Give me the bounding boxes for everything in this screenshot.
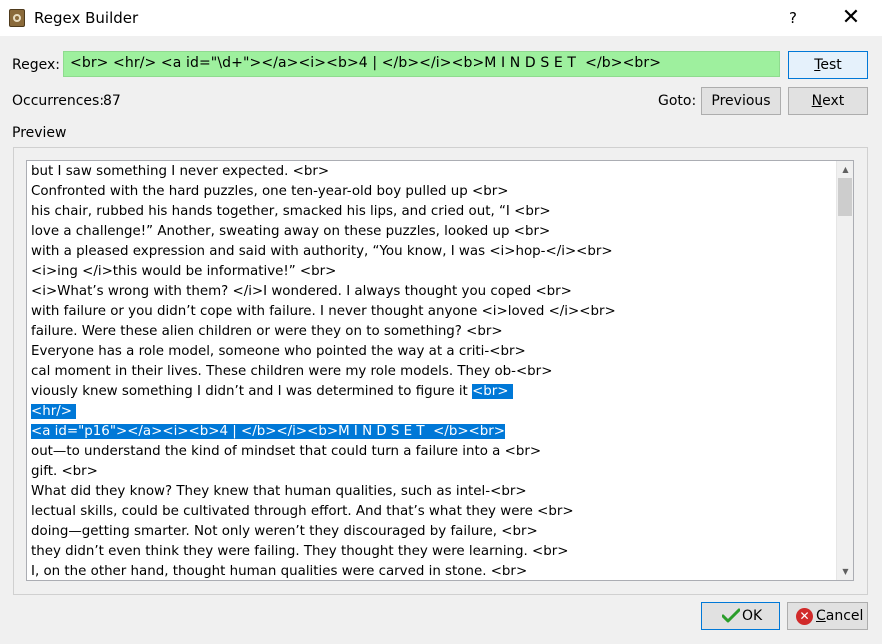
next-button[interactable]: Next xyxy=(788,87,868,115)
line-text: <i>What’s wrong with them? </i>I wondere… xyxy=(31,284,572,299)
line-text: Confronted with the hard puzzles, one te… xyxy=(31,184,509,199)
ok-label: OK xyxy=(742,608,763,624)
match-highlight: <a id="p16"></a><i><b>4 | </b></i><b>M I… xyxy=(31,424,505,439)
help-button[interactable]: ? xyxy=(778,6,808,30)
ok-button[interactable]: OK xyxy=(701,602,780,630)
preview-line: <hr/> xyxy=(31,402,831,422)
preview-line: failure. Were these alien children or we… xyxy=(31,322,831,342)
regex-label: Regex: xyxy=(12,57,60,73)
line-text: with failure or you didn’t cope with fai… xyxy=(31,304,616,319)
preview-line: doing—getting smarter. Not only weren’t … xyxy=(31,522,831,542)
vertical-scrollbar[interactable]: ▲ ▼ xyxy=(836,161,853,580)
preview-line: his chair, rubbed his hands together, sm… xyxy=(31,202,831,222)
regex-input[interactable]: <br> <hr/> <a id="\d+"></a><i><b>4 | </b… xyxy=(63,51,780,77)
line-text: but I saw something I never expected. <b… xyxy=(31,164,330,179)
previous-button[interactable]: Previous xyxy=(701,87,781,115)
scroll-up-arrow-icon[interactable]: ▲ xyxy=(837,161,853,178)
line-text: his chair, rubbed his hands together, sm… xyxy=(31,204,551,219)
window-title: Regex Builder xyxy=(34,9,139,27)
next-label: ext xyxy=(822,93,845,109)
preview-line: <i>ing </i>this would be informative!” <… xyxy=(31,262,831,282)
preview-text-lines: but I saw something I never expected. <b… xyxy=(31,162,831,580)
cancel-x-icon: ✕ xyxy=(796,608,813,625)
match-highlight: <hr/> xyxy=(31,404,77,419)
line-text: lectual skills, could be cultivated thro… xyxy=(31,504,574,519)
app-icon xyxy=(9,9,25,27)
line-text: Everyone has a role model, someone who p… xyxy=(31,344,526,359)
preview-line: What did they know? They knew that human… xyxy=(31,482,831,502)
preview-line: Everyone has a role model, someone who p… xyxy=(31,342,831,362)
goto-label: Goto: xyxy=(658,93,697,109)
preview-line: they didn’t even think they were failing… xyxy=(31,542,831,562)
occurrences-count: 87 xyxy=(103,93,121,109)
occurrences-label: Occurrences: xyxy=(12,93,105,109)
preview-text-area[interactable]: but I saw something I never expected. <b… xyxy=(26,160,854,581)
cancel-mnemonic: C xyxy=(816,608,826,624)
preview-line: with failure or you didn’t cope with fai… xyxy=(31,302,831,322)
test-label: est xyxy=(820,57,842,73)
line-text: with a pleased expression and said with … xyxy=(31,244,613,259)
match-highlight: <br> xyxy=(472,384,513,399)
cancel-button[interactable]: ✕ Cancel xyxy=(787,602,868,630)
line-text: they didn’t even think they were failing… xyxy=(31,544,569,559)
preview-line: viously knew something I didn’t and I wa… xyxy=(31,382,831,402)
title-bar: Regex Builder ? ✕ xyxy=(0,0,882,36)
line-text: I, on the other hand, thought human qual… xyxy=(31,564,528,579)
test-button[interactable]: Test xyxy=(788,51,868,79)
preview-line: I, on the other hand, thought human qual… xyxy=(31,562,831,580)
cancel-label-rest: ancel xyxy=(825,608,864,624)
scroll-down-arrow-icon[interactable]: ▼ xyxy=(837,563,853,580)
line-text: failure. Were these alien children or we… xyxy=(31,324,503,339)
preview-label: Preview xyxy=(12,125,67,141)
preview-line: Confronted with the hard puzzles, one te… xyxy=(31,182,831,202)
preview-line: love a challenge!” Another, sweating awa… xyxy=(31,222,831,242)
line-text: love a challenge!” Another, sweating awa… xyxy=(31,224,551,239)
preview-line: lectual skills, could be cultivated thro… xyxy=(31,502,831,522)
line-text: viously knew something I didn’t and I wa… xyxy=(31,384,473,399)
line-text: out—to understand the kind of mindset th… xyxy=(31,444,542,459)
preview-line: but I saw something I never expected. <b… xyxy=(31,162,831,182)
preview-line: cal moment in their lives. These childre… xyxy=(31,362,831,382)
preview-line: <a id="p16"></a><i><b>4 | </b></i><b>M I… xyxy=(31,422,831,442)
close-button[interactable]: ✕ xyxy=(836,6,866,30)
cancel-label: Cancel xyxy=(816,603,863,629)
line-text: cal moment in their lives. These childre… xyxy=(31,364,553,379)
preview-line: gift. <br> xyxy=(31,462,831,482)
line-text: <i>ing </i>this would be informative!” <… xyxy=(31,264,337,279)
line-text: What did they know? They knew that human… xyxy=(31,484,527,499)
line-text: gift. <br> xyxy=(31,464,98,479)
checkmark-icon xyxy=(722,608,740,623)
preview-line: <i>What’s wrong with them? </i>I wondere… xyxy=(31,282,831,302)
line-text: doing—getting smarter. Not only weren’t … xyxy=(31,524,538,539)
preview-line: with a pleased expression and said with … xyxy=(31,242,831,262)
scroll-thumb[interactable] xyxy=(838,178,852,216)
next-mnemonic: N xyxy=(811,93,823,109)
preview-line: out—to understand the kind of mindset th… xyxy=(31,442,831,462)
